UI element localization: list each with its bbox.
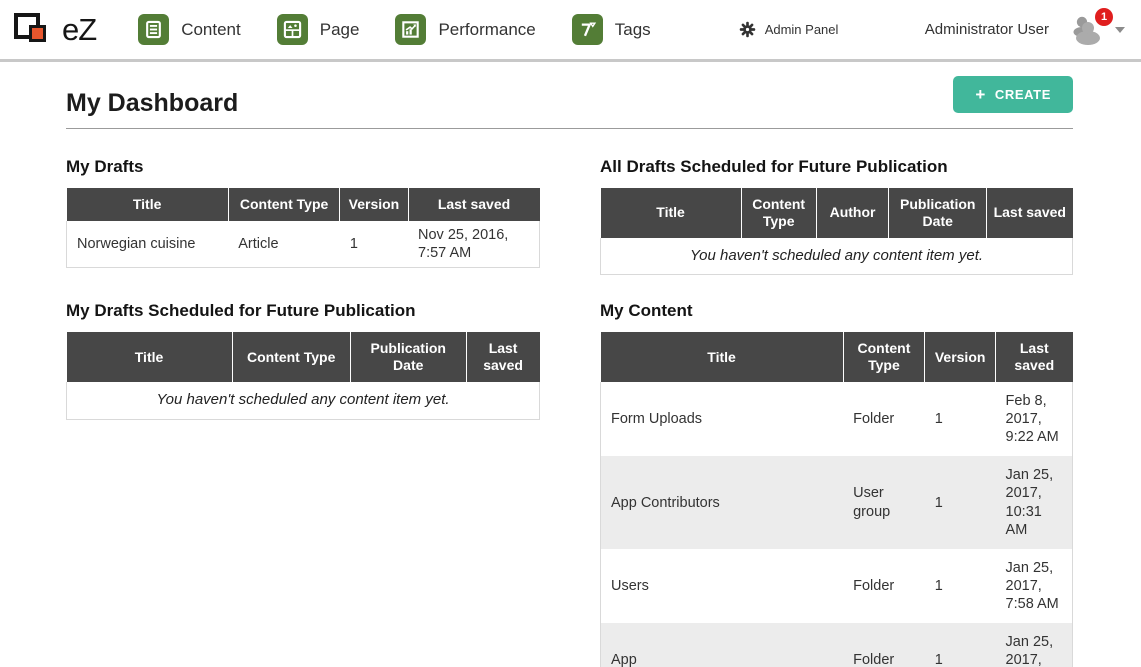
cell-version: 1 <box>925 549 996 623</box>
section-all-drafts-scheduled: All Drafts Scheduled for Future Publicat… <box>600 157 1073 275</box>
empty-state-message: You haven't scheduled any content item y… <box>601 238 1073 275</box>
table-header-row: Title Content Type Author Publication Da… <box>601 188 1073 238</box>
cell-content-type: Article <box>228 221 340 268</box>
create-button-label: CREATE <box>995 87 1051 102</box>
main-nav: Content Page <box>138 14 651 45</box>
page-icon <box>277 14 308 45</box>
all-drafts-scheduled-table: Title Content Type Author Publication Da… <box>600 188 1073 275</box>
page-header: My Dashboard + CREATE <box>66 76 1073 129</box>
table-header-row: Title Content Type Version Last saved <box>601 332 1073 382</box>
page-title: My Dashboard <box>66 89 238 118</box>
ez-logo-text: eZ <box>62 12 96 48</box>
section-my-content: My Content Title Content Type Version La… <box>600 301 1073 667</box>
column-header: Version <box>340 188 408 221</box>
chevron-down-icon[interactable] <box>1115 27 1125 33</box>
column-header: Content Type <box>843 332 925 382</box>
nav-item-content[interactable]: Content <box>138 14 241 45</box>
cell-last-saved: Jan 25, 2017, 7:58 AM <box>996 549 1073 623</box>
my-drafts-table: Title Content Type Version Last saved No… <box>66 188 540 268</box>
column-header: Title <box>67 188 229 221</box>
column-header: Content Type <box>228 188 340 221</box>
my-drafts-scheduled-heading: My Drafts Scheduled for Future Publicati… <box>66 301 540 321</box>
dashboard-grid: My Drafts Title Content Type Version Las… <box>66 157 1073 667</box>
column-header: Author <box>816 188 889 238</box>
nav-label-page: Page <box>320 20 360 40</box>
table-row[interactable]: App Folder 1 Jan 25, 2017, 7:55 AM <box>601 623 1073 667</box>
cell-last-saved: Jan 25, 2017, 10:31 AM <box>996 456 1073 549</box>
logo-orange-square <box>29 25 46 42</box>
cell-version: 1 <box>925 382 996 456</box>
nav-item-tags[interactable]: Tags <box>572 14 651 45</box>
notification-badge: 1 <box>1095 8 1113 26</box>
cell-version: 1 <box>925 623 996 667</box>
cell-version: 1 <box>340 221 408 268</box>
table-row[interactable]: App Contributors User group 1 Jan 25, 20… <box>601 456 1073 549</box>
empty-state-row: You haven't scheduled any content item y… <box>601 238 1073 275</box>
column-header: Content Type <box>741 188 816 238</box>
column-header: Publication Date <box>889 188 987 238</box>
user-avatar[interactable]: 1 <box>1069 14 1105 46</box>
cell-title: Norwegian cuisine <box>67 221 229 268</box>
nav-label-tags: Tags <box>615 20 651 40</box>
empty-state-message: You haven't scheduled any content item y… <box>67 382 540 419</box>
cell-last-saved: Feb 8, 2017, 9:22 AM <box>996 382 1073 456</box>
cell-title: App Contributors <box>601 456 844 549</box>
my-drafts-scheduled-table: Title Content Type Publication Date Last… <box>66 332 540 419</box>
content-icon <box>138 14 169 45</box>
table-header-row: Title Content Type Version Last saved <box>67 188 540 221</box>
table-row[interactable]: Users Folder 1 Jan 25, 2017, 7:58 AM <box>601 549 1073 623</box>
ez-logo-icon <box>14 9 60 51</box>
cell-content-type: User group <box>843 456 925 549</box>
column-header: Version <box>925 332 996 382</box>
table-header-row: Title Content Type Publication Date Last… <box>67 332 540 382</box>
ez-logo[interactable]: eZ <box>14 9 96 51</box>
cell-content-type: Folder <box>843 623 925 667</box>
column-header: Title <box>601 332 844 382</box>
cell-title: Form Uploads <box>601 382 844 456</box>
column-header: Last saved <box>987 188 1073 238</box>
user-name: Administrator User <box>925 21 1049 38</box>
nav-label-performance: Performance <box>438 20 535 40</box>
cell-title: Users <box>601 549 844 623</box>
my-content-table: Title Content Type Version Last saved Fo… <box>600 332 1073 667</box>
column-header: Title <box>601 188 742 238</box>
my-drafts-heading: My Drafts <box>66 157 540 177</box>
performance-icon <box>395 14 426 45</box>
nav-item-performance[interactable]: Performance <box>395 14 535 45</box>
plus-icon: + <box>975 88 986 101</box>
table-row[interactable]: Form Uploads Folder 1 Feb 8, 2017, 9:22 … <box>601 382 1073 456</box>
cell-last-saved: Nov 25, 2016, 7:57 AM <box>408 221 540 268</box>
nav-item-page[interactable]: Page <box>277 14 360 45</box>
all-drafts-scheduled-heading: All Drafts Scheduled for Future Publicat… <box>600 157 1073 177</box>
column-header: Publication Date <box>350 332 466 382</box>
column-header: Last saved <box>466 332 539 382</box>
admin-panel-button[interactable]: Admin Panel <box>739 21 839 38</box>
cell-content-type: Folder <box>843 382 925 456</box>
table-row[interactable]: Norwegian cuisine Article 1 Nov 25, 2016… <box>67 221 540 268</box>
cell-last-saved: Jan 25, 2017, 7:55 AM <box>996 623 1073 667</box>
nav-label-content: Content <box>181 20 241 40</box>
top-navbar: eZ Content <box>0 0 1141 62</box>
cell-version: 1 <box>925 456 996 549</box>
user-area: Administrator User 1 <box>925 14 1125 46</box>
section-my-drafts-scheduled: My Drafts Scheduled for Future Publicati… <box>66 301 540 667</box>
column-header: Title <box>67 332 233 382</box>
dashboard-page: My Dashboard + CREATE My Drafts Title Co… <box>0 62 1141 667</box>
empty-state-row: You haven't scheduled any content item y… <box>67 382 540 419</box>
gear-icon <box>739 21 756 38</box>
column-header: Content Type <box>232 332 350 382</box>
admin-panel-label: Admin Panel <box>765 22 839 37</box>
my-content-heading: My Content <box>600 301 1073 321</box>
tags-icon <box>572 14 603 45</box>
create-button[interactable]: + CREATE <box>953 76 1073 113</box>
cell-title: App <box>601 623 844 667</box>
column-header: Last saved <box>408 188 540 221</box>
section-my-drafts: My Drafts Title Content Type Version Las… <box>66 157 540 275</box>
column-header: Last saved <box>996 332 1073 382</box>
cell-content-type: Folder <box>843 549 925 623</box>
